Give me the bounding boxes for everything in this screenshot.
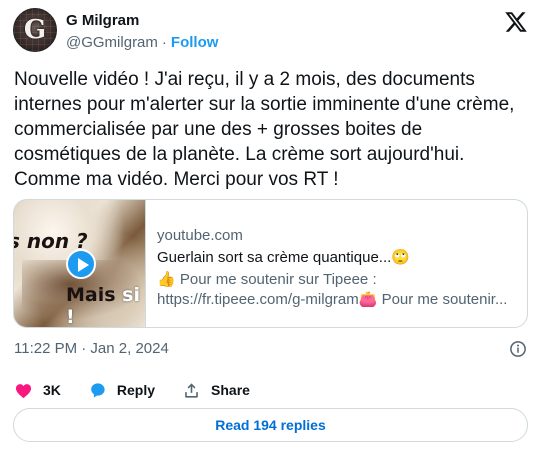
avatar[interactable]: G [13, 8, 57, 52]
heart-icon [15, 383, 32, 398]
avatar-letter: G [23, 15, 47, 45]
tweet-text: Nouvelle vidéo ! J'ai reçu, il y a 2 moi… [14, 69, 520, 190]
x-logo-icon[interactable] [504, 10, 528, 34]
link-description-line-1: 👍 Pour me soutenir sur Tipeee : [157, 271, 377, 288]
thumbnail-text-mais: Mais [66, 284, 116, 306]
share-icon [185, 382, 198, 398]
reply-label: Reply [116, 382, 156, 398]
author-handle[interactable]: @GGmilgram [66, 34, 158, 51]
action-bar: 3K Reply Share [14, 379, 277, 401]
link-preview-card[interactable]: s non ? Mais si ! youtube.com Guerlain s… [13, 199, 528, 328]
info-icon[interactable] [509, 340, 527, 358]
tweet-card: G G Milgram @GGmilgram · Follow Nouvelle… [0, 0, 546, 470]
link-description-line-2: https://fr.tipeee.com/g-milgram👛 Pour me… [157, 291, 508, 308]
follow-button[interactable]: Follow [171, 34, 219, 51]
like-button[interactable]: 3K [14, 381, 61, 400]
share-button[interactable]: Share [182, 381, 250, 400]
link-description: 👍 Pour me soutenir sur Tipeee : https://… [157, 270, 517, 310]
thumbnail-text-bottom: Mais si ! [66, 284, 145, 327]
reply-bubble-icon [91, 382, 105, 397]
author-name[interactable]: G Milgram [66, 12, 139, 29]
handle-row: @GGmilgram · Follow [66, 34, 218, 51]
link-domain: youtube.com [157, 227, 243, 244]
read-replies-button[interactable]: Read 194 replies [13, 408, 528, 442]
link-title: Guerlain sort sa crème quantique...🙄 [157, 249, 410, 266]
share-label: Share [211, 382, 250, 398]
separator-dot: · [161, 34, 167, 51]
timestamp[interactable]: 11:22 PM · Jan 2, 2024 [14, 340, 169, 357]
reply-button[interactable]: Reply [88, 381, 155, 400]
video-thumbnail[interactable]: s non ? Mais si ! [14, 200, 146, 327]
play-icon[interactable] [66, 249, 96, 279]
like-count: 3K [43, 382, 61, 398]
link-info: youtube.com Guerlain sort sa crème quant… [157, 226, 517, 310]
